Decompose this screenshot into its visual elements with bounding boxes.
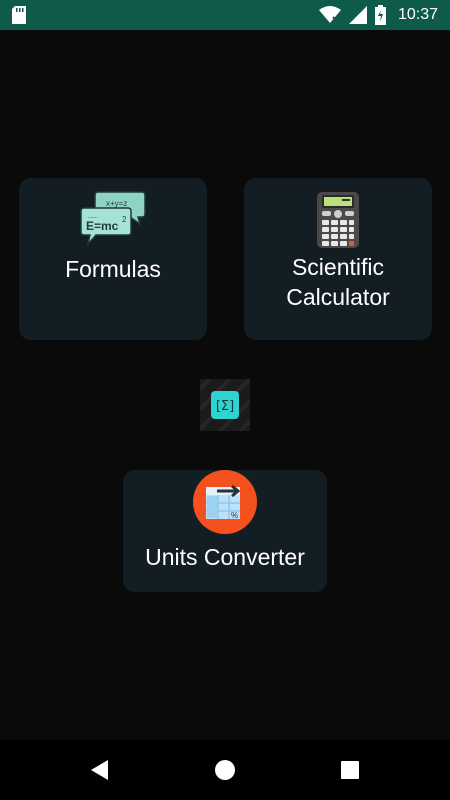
svg-text:E=mc: E=mc [86,219,119,233]
main-content: x+y=z a² ...... E=mc 2 Formulas [0,30,450,740]
units-converter-icon: % [193,470,257,534]
status-time: 10:37 [397,6,438,23]
battery-icon [374,5,386,25]
svg-text:2: 2 [122,215,127,224]
navigation-bar [0,740,450,800]
home-icon[interactable] [213,758,237,782]
scientific-calculator-label: Scientific Calculator [286,254,390,310]
svg-text:%: % [231,511,238,520]
sigma-logo-icon: [Σ] [200,379,250,431]
units-converter-card[interactable]: % Units Converter [123,470,327,592]
units-converter-label: Units Converter [145,544,305,570]
scientific-calculator-card[interactable]: Scientific Calculator [244,178,432,340]
sd-card-icon [12,6,26,24]
back-icon[interactable] [88,758,112,782]
status-icons: 10:37 [318,5,438,25]
formulas-label: Formulas [65,256,161,282]
recents-icon[interactable] [338,758,362,782]
signal-icon [348,6,367,24]
formulas-card[interactable]: x+y=z a² ...... E=mc 2 Formulas [19,178,207,340]
sigma-logo-text: [Σ] [216,399,234,414]
wifi-icon [318,6,341,23]
calculator-icon [315,190,361,250]
status-bar: 10:37 [0,0,450,30]
svg-text:x+y=z: x+y=z [106,199,127,208]
formula-chat-icon: x+y=z a² ...... E=mc 2 [80,191,146,247]
